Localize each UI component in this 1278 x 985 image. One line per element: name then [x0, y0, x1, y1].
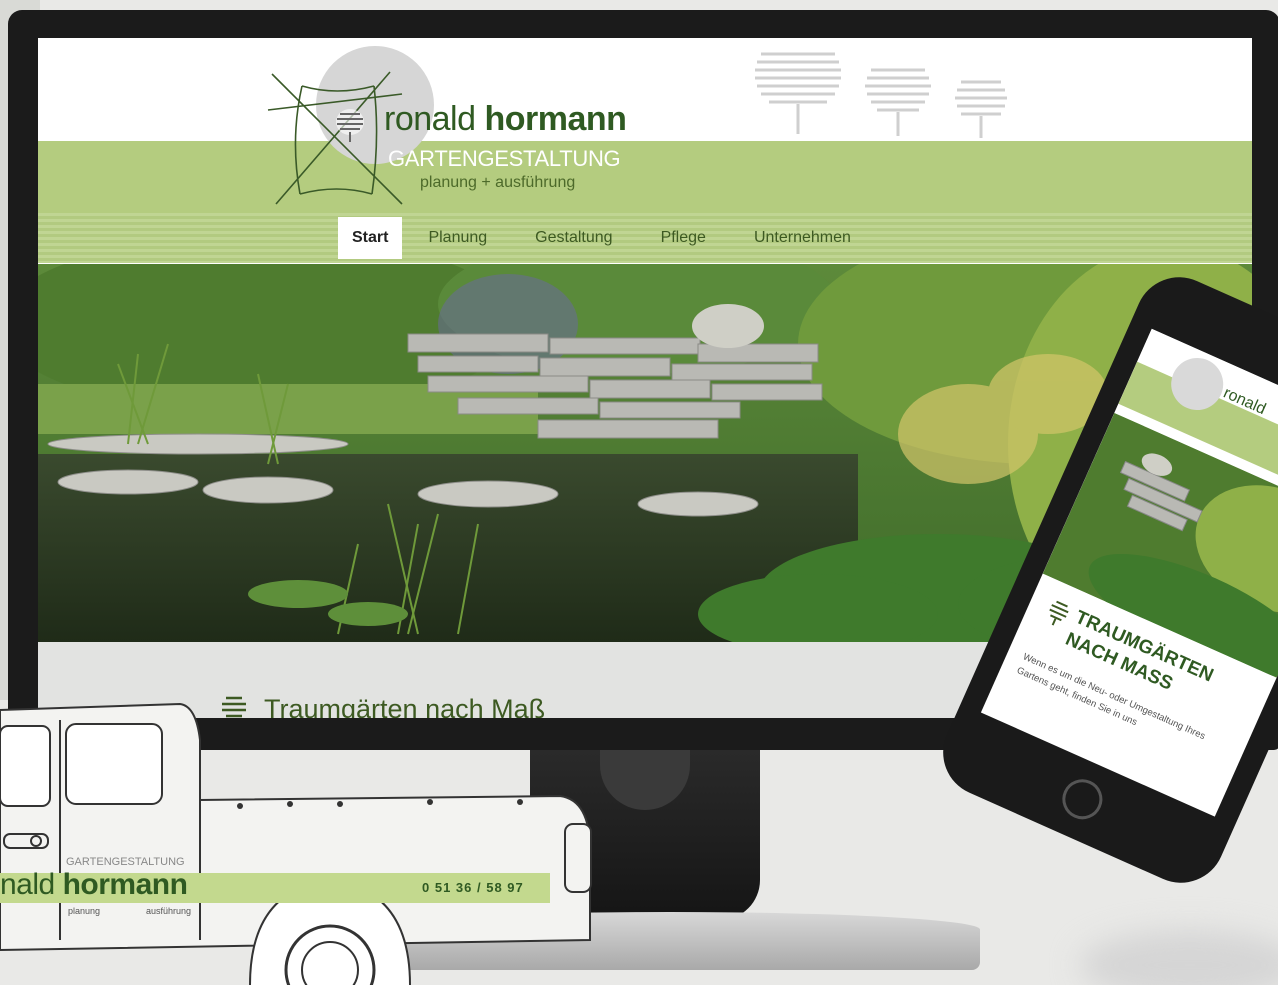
truck-brand-first: nald [0, 868, 55, 901]
header-trees-illustration [755, 52, 1007, 138]
truck-brand: nald hormann [0, 868, 188, 902]
truck-tag-left: planung [68, 906, 101, 916]
logo-tree-icon [336, 109, 364, 142]
header-green-band [38, 141, 1252, 213]
brand-tagline: planung + ausführung [420, 174, 576, 191]
brand-subtitle: GARTENGESTALTUNG [388, 146, 621, 171]
phone-tree-icon [1049, 600, 1069, 626]
phone-home-button[interactable] [1055, 772, 1109, 826]
truck-brand-last: hormann [62, 868, 188, 901]
main-nav: Start Planung Gestaltung Pflege Unterneh… [338, 216, 873, 260]
brand-last: hormann [484, 100, 627, 138]
logo-frame-icon[interactable] [262, 64, 412, 214]
truck-subtitle: GARTENGESTALTUNG [66, 856, 185, 868]
site-header [38, 38, 1252, 138]
brand-name[interactable]: ronald hormann [384, 100, 627, 139]
brand-first: ronald [384, 100, 476, 138]
mockup-scene: ronald hormann GARTENGESTALTUNG planung … [0, 0, 1278, 985]
nav-pflege[interactable]: Pflege [639, 217, 728, 259]
nav-gestaltung[interactable]: Gestaltung [513, 217, 634, 259]
floor-shadow [1080, 930, 1278, 985]
nav-start[interactable]: Start [338, 217, 403, 259]
truck-tag-right: ausführung [146, 906, 192, 916]
nav-unternehmen[interactable]: Unternehmen [732, 217, 873, 259]
nav-planung[interactable]: Planung [406, 217, 509, 259]
truck-illustration [0, 702, 592, 985]
truck-phone-number: 0 51 36 / 58 97 [422, 880, 524, 895]
